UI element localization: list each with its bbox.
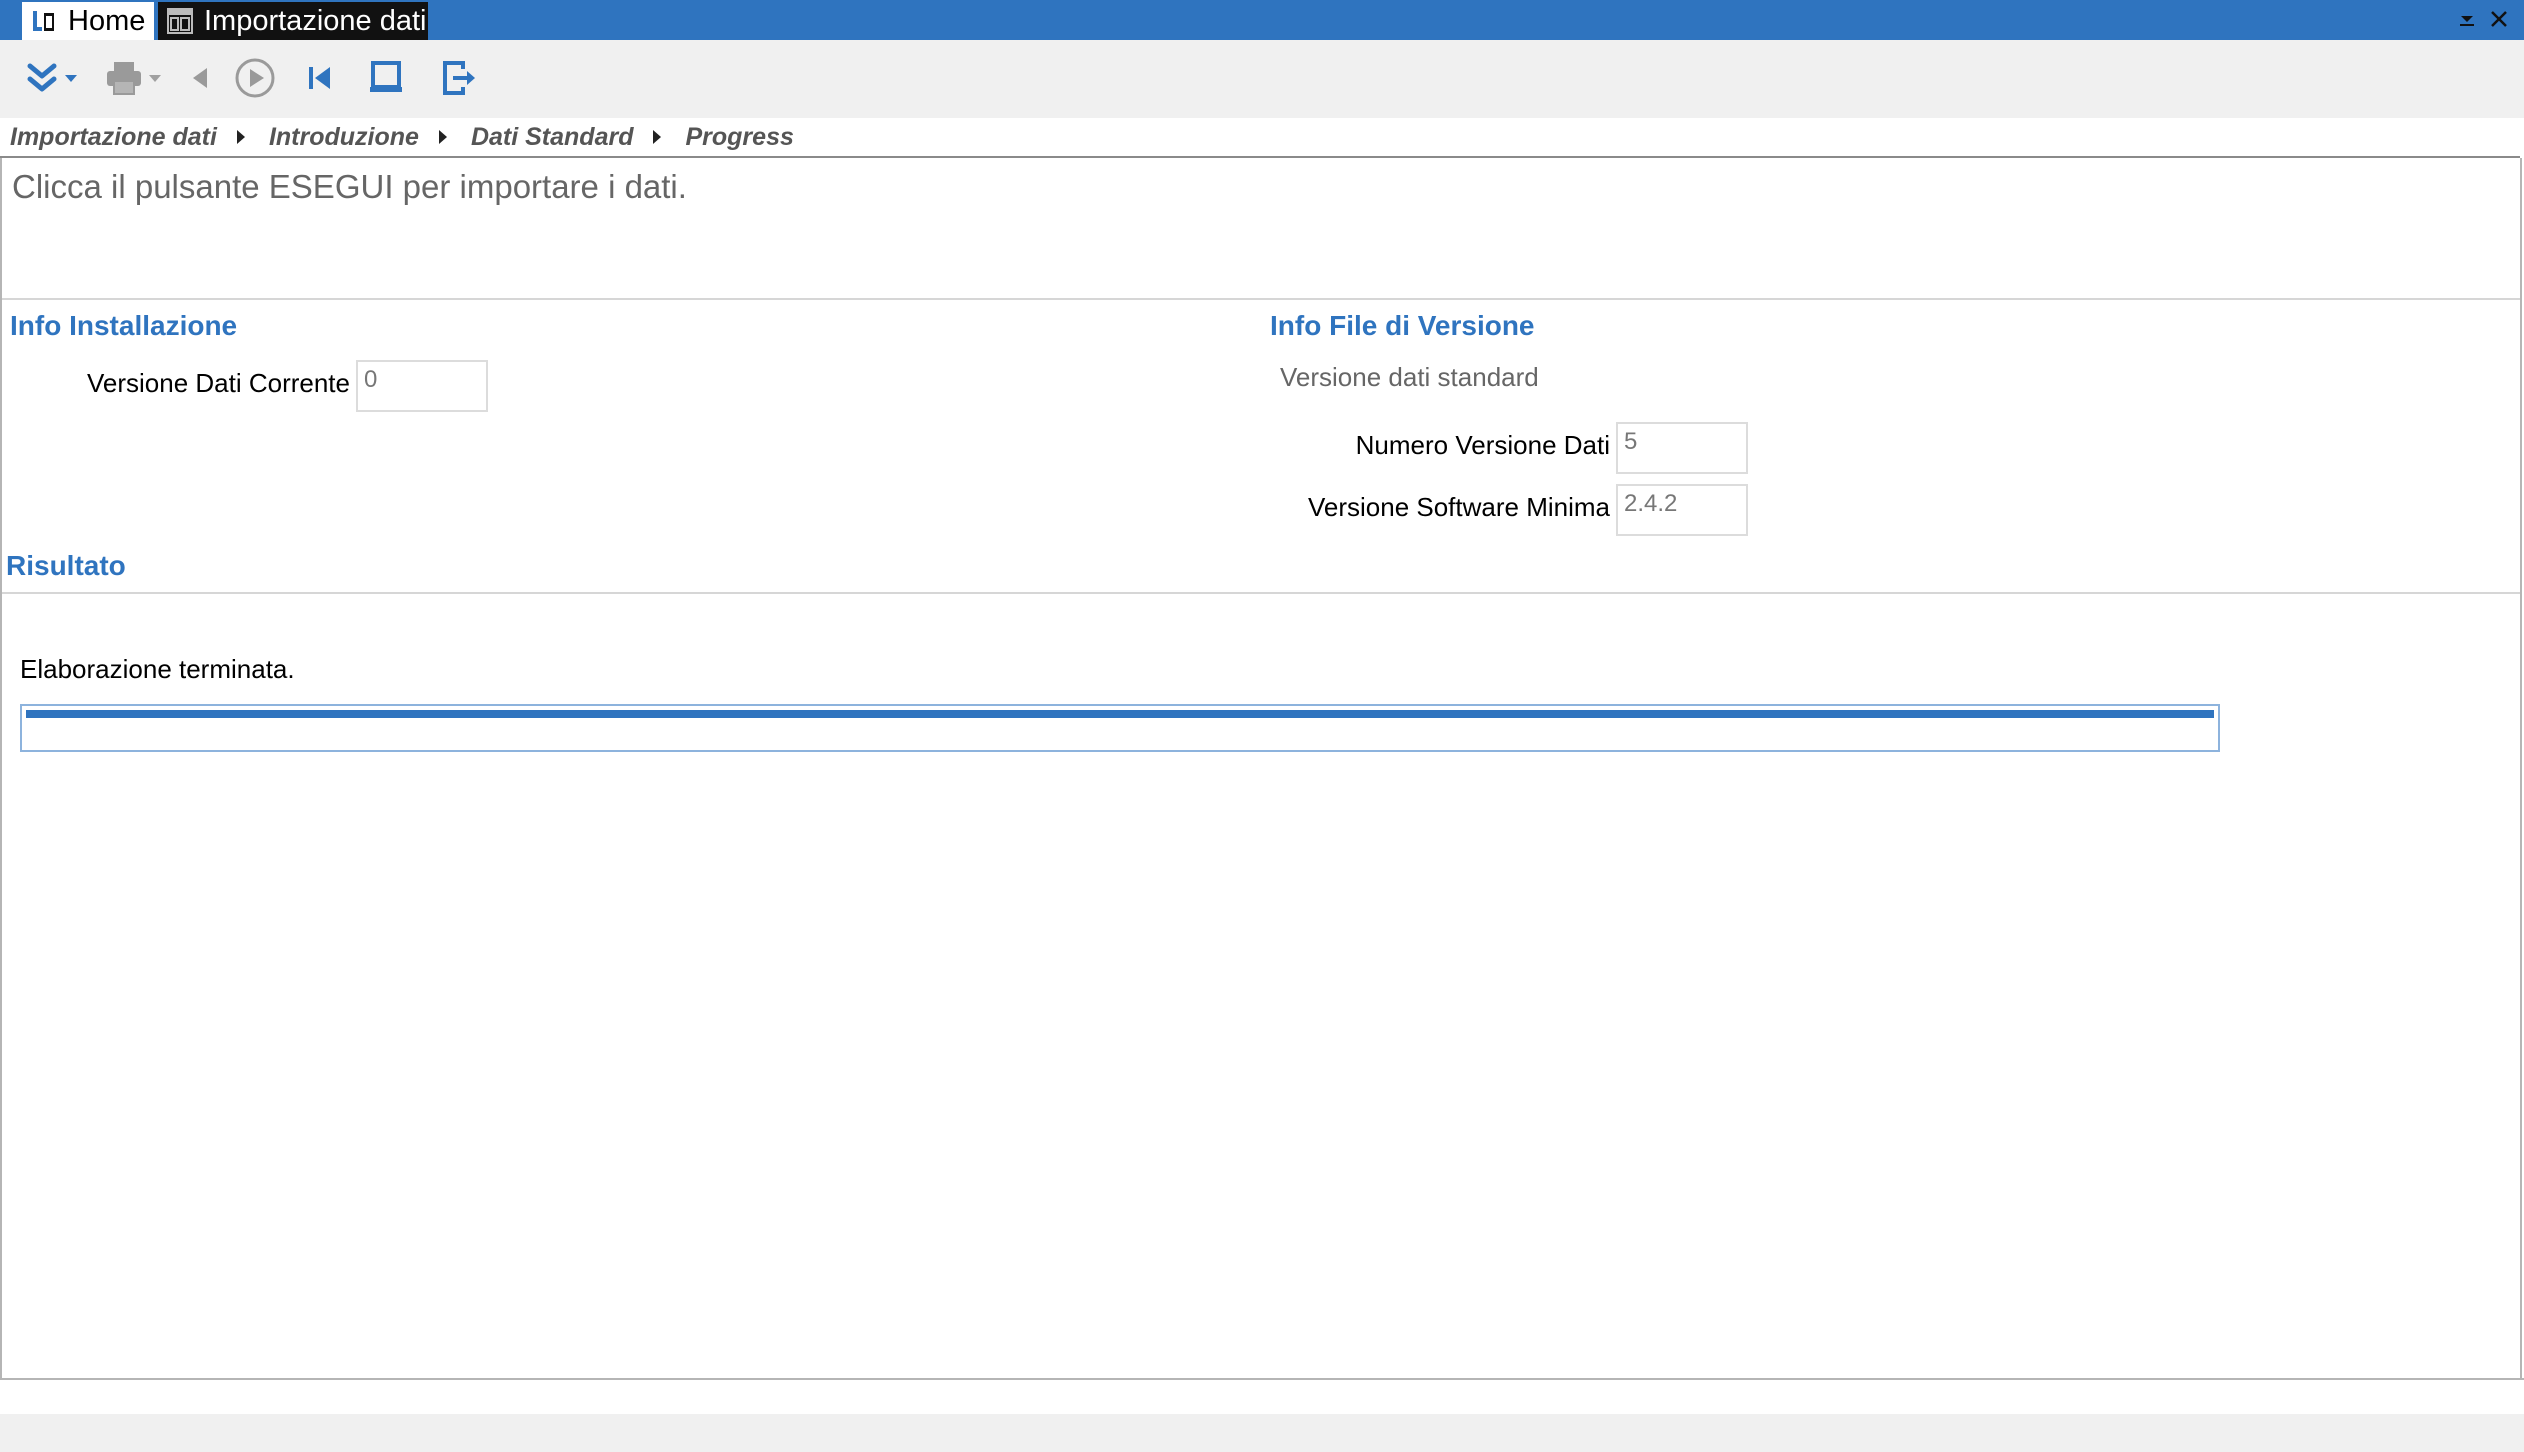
- toolbar: [0, 40, 2524, 118]
- back-button[interactable]: [182, 46, 218, 110]
- play-circle-icon: [235, 58, 275, 98]
- main-panel: Clicca il pulsante ESEGUI per importare …: [0, 158, 2522, 1378]
- breadcrumb-item[interactable]: Progress: [685, 123, 793, 152]
- progress-bar-fill: [26, 710, 2214, 718]
- numero-versione-dati-field[interactable]: 5: [1616, 422, 1748, 474]
- progress-bar: [20, 704, 2220, 752]
- breadcrumb-item[interactable]: Introduzione: [269, 123, 419, 152]
- versione-dati-standard-label: Versione dati standard: [1280, 362, 1539, 392]
- exit-button[interactable]: [432, 46, 488, 110]
- double-chevron-down-icon: [27, 63, 57, 92]
- dropdown-arrow-icon: [149, 74, 161, 82]
- info-installazione-title: Info Installazione: [10, 310, 238, 341]
- back-arrow-icon: [193, 68, 207, 88]
- exit-icon: [443, 61, 475, 95]
- tab-home-label: Home: [68, 4, 146, 37]
- frame-bottom-border: [0, 1378, 2524, 1380]
- versione-dati-corrente-label: Versione Dati Corrente: [86, 368, 350, 398]
- chevron-down-icon: [2460, 16, 2474, 26]
- print-button[interactable]: [96, 46, 170, 110]
- breadcrumb-item[interactable]: Importazione dati: [10, 123, 217, 152]
- title-bar: Home Importazione dati: [0, 0, 2524, 40]
- versione-software-minima-field[interactable]: 2.4.2: [1616, 484, 1748, 536]
- breadcrumb-separator-icon: [236, 130, 245, 144]
- first-step-button[interactable]: [292, 46, 346, 110]
- divider: [2, 592, 2520, 594]
- breadcrumb: Importazione dati Introduzione Dati Stan…: [0, 118, 2520, 158]
- dropdown-arrow-icon: [65, 74, 77, 82]
- table-window-icon: [167, 8, 193, 34]
- window-close-button[interactable]: [2486, 6, 2512, 32]
- printer-icon: [107, 62, 141, 95]
- tab-importazione-dati-label: Importazione dati: [204, 4, 427, 37]
- instruction-text: Clicca il pulsante ESEGUI per importare …: [12, 168, 687, 205]
- tab-importazione-dati[interactable]: Importazione dati: [158, 2, 428, 40]
- numero-versione-dati-label: Numero Versione Dati: [1355, 430, 1610, 460]
- expand-menu-button[interactable]: [16, 46, 86, 110]
- close-icon: [2491, 11, 2507, 27]
- breadcrumb-separator-icon: [653, 130, 662, 144]
- monitor-icon: [370, 61, 402, 92]
- versione-dati-corrente-field[interactable]: 0: [356, 360, 488, 412]
- skip-to-start-icon: [309, 67, 330, 89]
- breadcrumb-separator-icon: [438, 130, 447, 144]
- run-button[interactable]: [230, 46, 280, 110]
- divider: [2, 298, 2520, 300]
- versione-software-minima-label: Versione Software Minima: [1307, 492, 1610, 522]
- risultato-title: Risultato: [6, 550, 126, 581]
- window-menu-button[interactable]: [2454, 6, 2480, 32]
- monitor-button[interactable]: [358, 46, 414, 110]
- status-text: Elaborazione terminata.: [20, 654, 295, 684]
- status-bar: [0, 1414, 2524, 1452]
- breadcrumb-item[interactable]: Dati Standard: [471, 123, 634, 152]
- app-logo-icon: [30, 7, 58, 35]
- tab-home[interactable]: Home: [22, 2, 154, 40]
- info-file-versione-title: Info File di Versione: [1270, 310, 1535, 341]
